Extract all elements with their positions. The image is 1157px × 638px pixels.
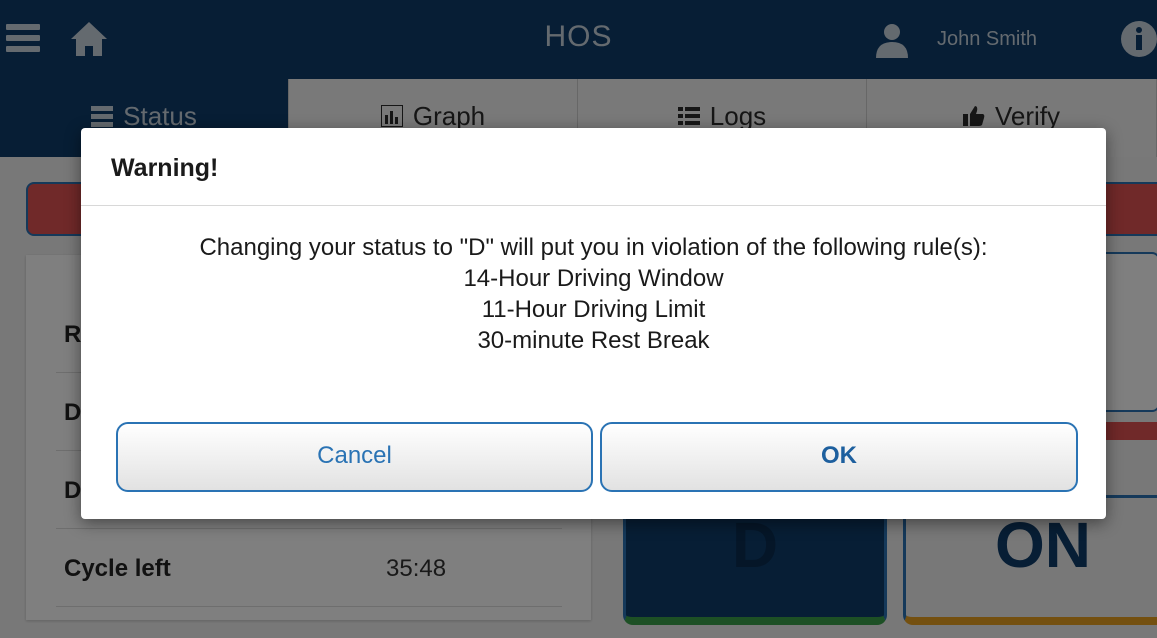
violation-message: Changing your status to "D" will put you… <box>199 234 988 261</box>
cancel-button[interactable]: Cancel <box>116 422 593 492</box>
ok-button[interactable]: OK <box>600 422 1078 492</box>
violated-rule: 14-Hour Driving Window <box>463 265 724 292</box>
dialog-header: Warning! <box>81 128 1106 206</box>
violated-rule: 30-minute Rest Break <box>477 327 710 354</box>
violated-rule: 11-Hour Driving Limit <box>481 296 706 323</box>
dialog-title: Warning! <box>111 154 219 182</box>
dialog-message: Changing your status to "D" will put you… <box>81 232 1106 356</box>
warning-dialog: Warning! Changing your status to "D" wil… <box>81 128 1106 519</box>
